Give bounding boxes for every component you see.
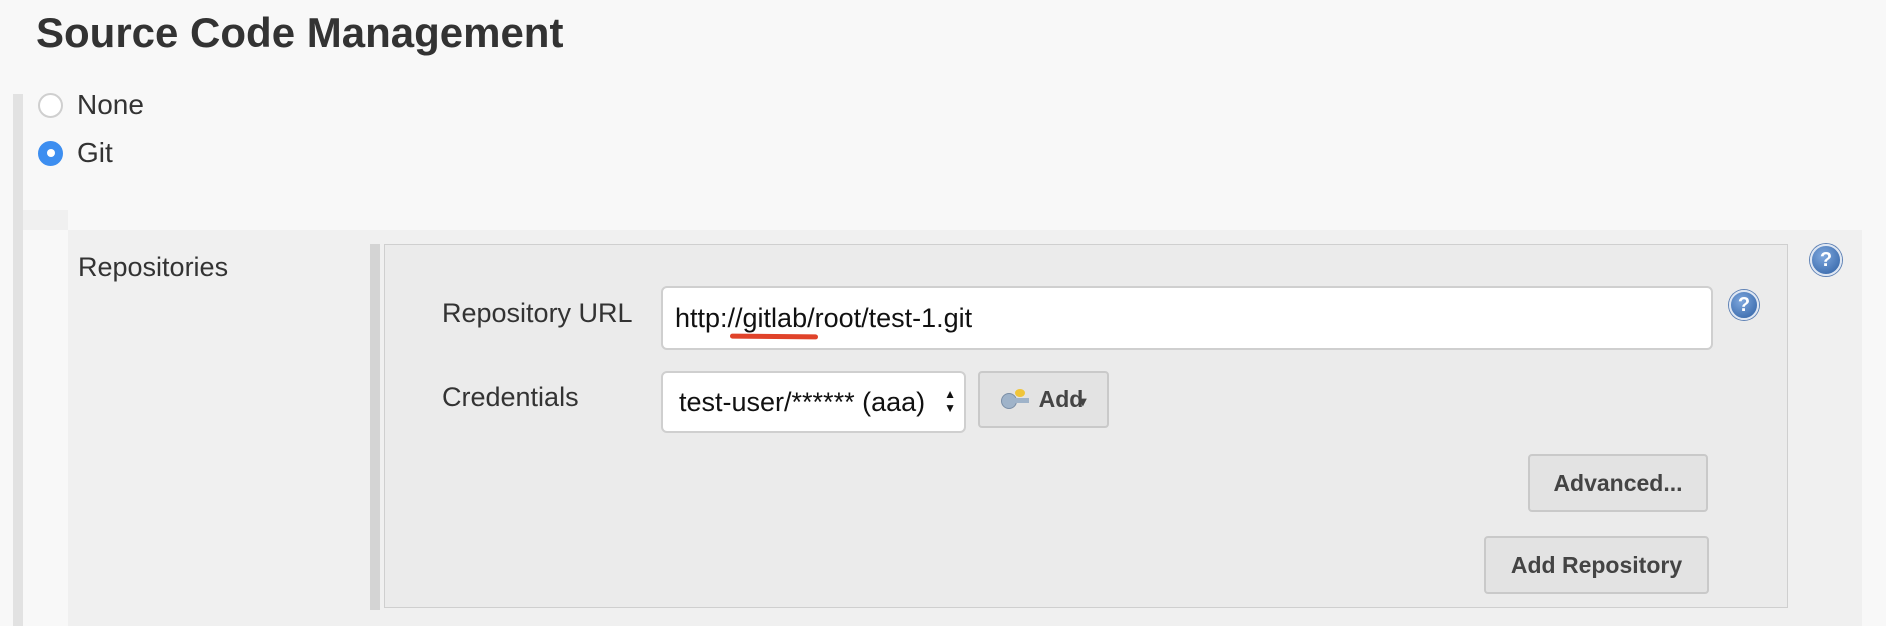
advanced-button[interactable]: Advanced...	[1528, 454, 1708, 512]
help-icon-glyph: ?	[1819, 248, 1833, 271]
credentials-selected-value: test-user/****** (aaa)	[679, 386, 926, 417]
dropdown-caret-icon: ▾	[1079, 393, 1087, 409]
radio-git[interactable]	[38, 140, 63, 166]
radio-none[interactable]	[38, 92, 63, 118]
add-repository-button[interactable]: Add Repository	[1484, 536, 1709, 594]
section-title: Source Code Management	[36, 9, 564, 56]
add-button-label: Add	[1038, 386, 1084, 412]
repositories-label: Repositories	[78, 252, 229, 282]
select-arrows-icon: ▲ ▼	[944, 387, 956, 415]
help-icon[interactable]: ?	[1810, 244, 1842, 276]
scm-option-git[interactable]: Git	[38, 137, 113, 169]
section-left-bar	[13, 94, 23, 626]
scm-option-none[interactable]: None	[38, 89, 144, 121]
repository-url-input[interactable]: http://gitlab/root/test-1.git	[661, 286, 1713, 350]
annotation-underline	[729, 333, 819, 340]
repository-url-label: Repository URL	[442, 298, 633, 328]
credentials-label: Credentials	[442, 382, 579, 412]
help-icon[interactable]: ?	[1729, 290, 1759, 320]
repository-block-bar	[370, 244, 380, 610]
key-icon	[1000, 388, 1031, 411]
add-credentials-button[interactable]: Add ▾	[978, 371, 1109, 428]
git-panel-connector	[23, 210, 68, 230]
credentials-select[interactable]: test-user/****** (aaa) ▲ ▼	[661, 371, 966, 433]
radio-none-label: None	[77, 89, 144, 120]
help-icon-glyph: ?	[1737, 293, 1751, 316]
radio-git-label: Git	[77, 137, 113, 168]
